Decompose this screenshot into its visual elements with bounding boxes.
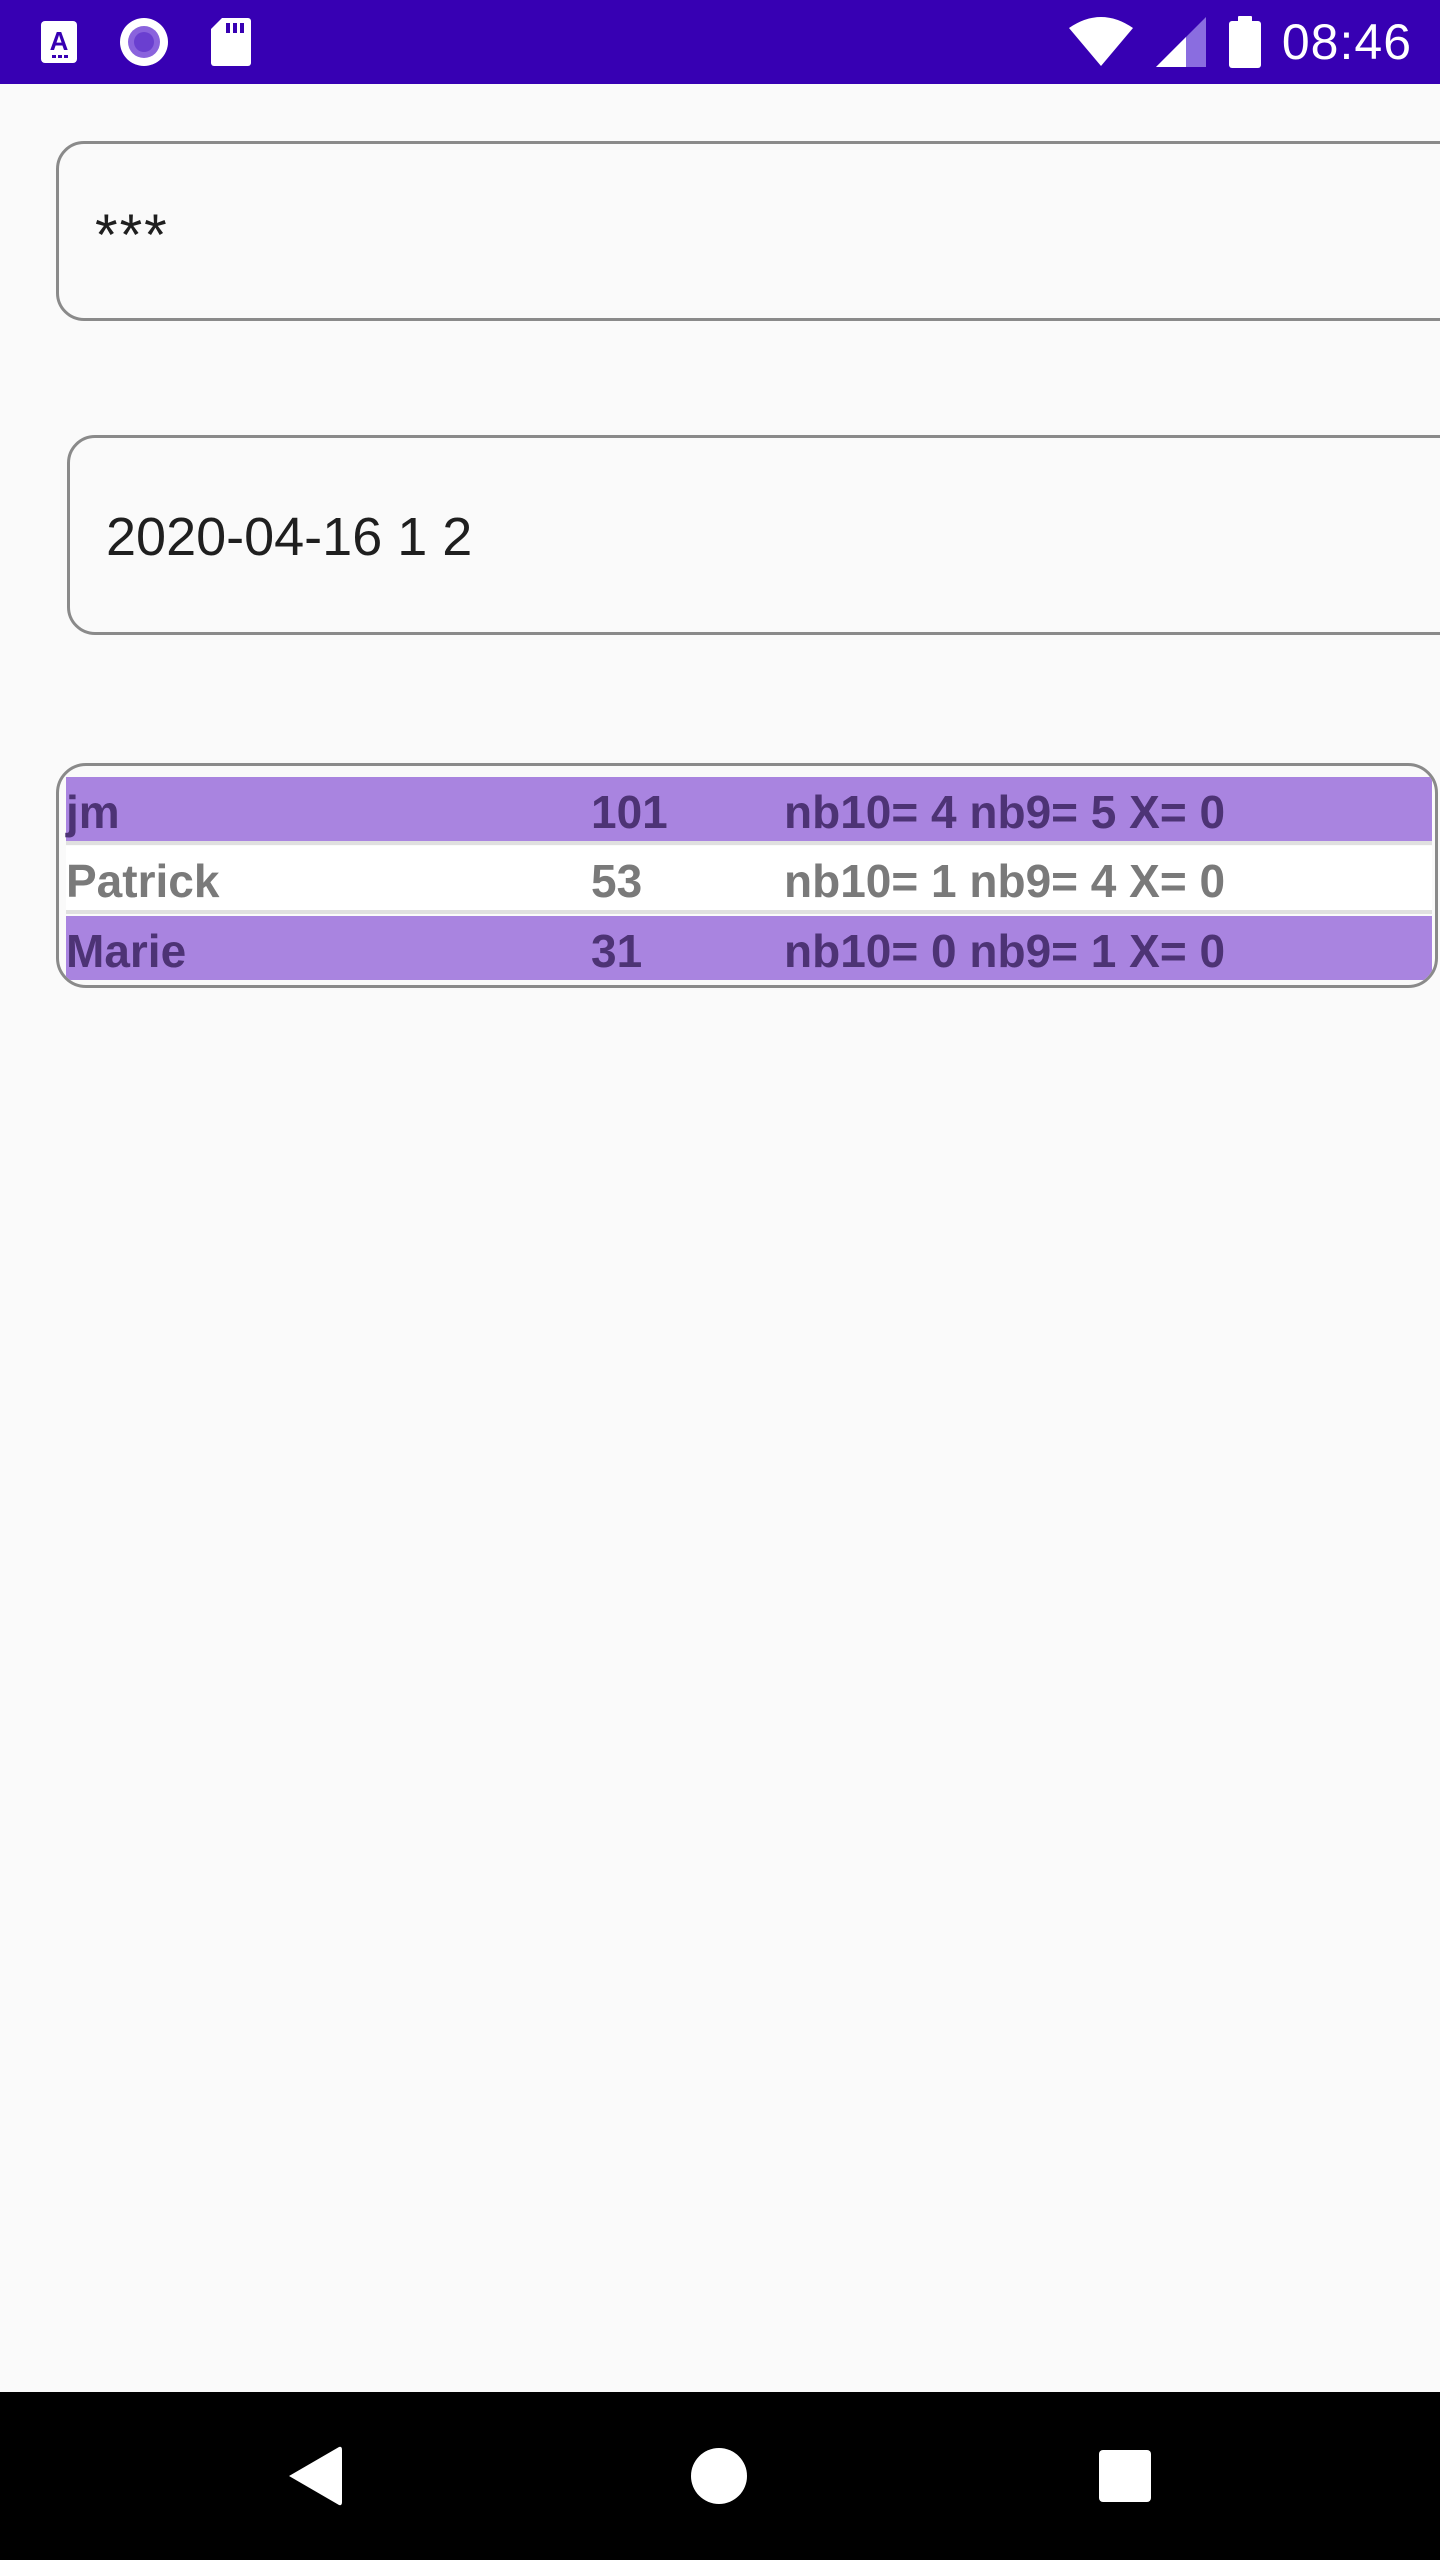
status-bar: A 08:46 (0, 0, 1440, 84)
password-field[interactable]: *** (56, 141, 1440, 321)
player-name: Marie (66, 925, 187, 977)
list-item[interactable]: jm 101 nb10= 4 nb9= 5 X= 0 (66, 777, 1432, 845)
record-circle-icon (118, 16, 170, 68)
sd-card-icon (210, 17, 252, 67)
player-stats: nb10= 1 nb9= 4 X= 0 (784, 855, 1226, 907)
wifi-icon (1068, 16, 1134, 68)
player-name: Patrick (66, 855, 220, 907)
player-score: 101 (591, 786, 668, 838)
row-divider (66, 841, 1432, 845)
svg-text:A: A (50, 26, 69, 56)
list-item[interactable]: Patrick 53 nb10= 1 nb9= 4 X= 0 (66, 846, 1432, 914)
player-name: jm (66, 786, 120, 838)
navigation-bar (0, 2392, 1440, 2560)
player-stats: nb10= 0 nb9= 1 X= 0 (784, 925, 1226, 977)
accessibility-a-icon: A (40, 20, 78, 64)
score-list[interactable]: jm 101 nb10= 4 nb9= 5 X= 0 Patrick 53 nb… (56, 763, 1438, 988)
back-icon[interactable] (287, 2445, 343, 2507)
player-score: 53 (591, 855, 643, 907)
list-item[interactable]: Marie 31 nb10= 0 nb9= 1 X= 0 (66, 916, 1432, 980)
status-right-icons: 08:46 (1068, 10, 1412, 74)
password-field-value: *** (95, 203, 169, 268)
cell-signal-icon (1154, 15, 1208, 69)
recents-icon[interactable] (1098, 2449, 1152, 2503)
row-divider (66, 910, 1432, 914)
home-icon[interactable] (690, 2447, 748, 2505)
status-time: 08:46 (1281, 14, 1412, 70)
player-stats: nb10= 4 nb9= 5 X= 0 (784, 786, 1226, 838)
date-field[interactable]: 2020-04-16 1 2 (67, 435, 1440, 635)
player-score: 31 (591, 925, 643, 977)
status-left-icons: A (40, 18, 252, 66)
battery-icon (1228, 15, 1262, 69)
date-field-value: 2020-04-16 1 2 (106, 507, 473, 567)
